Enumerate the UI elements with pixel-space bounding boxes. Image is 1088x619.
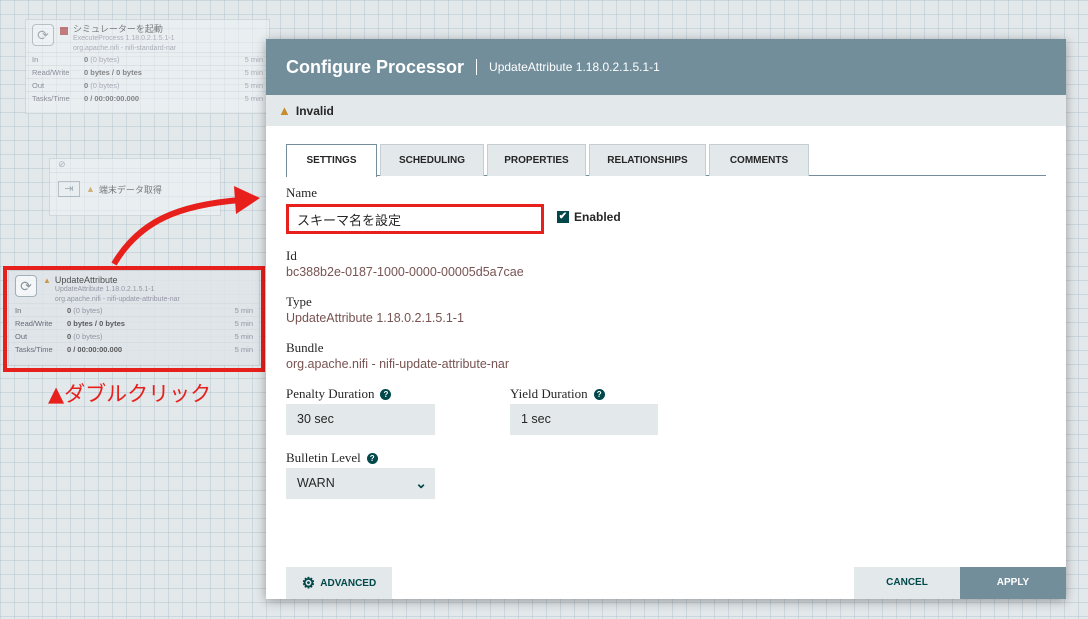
gear-icon: ⚙ [301, 575, 316, 592]
help-icon[interactable]: ? [593, 389, 605, 400]
highlight-box [3, 266, 265, 372]
tab-properties[interactable]: PROPERTIES [487, 144, 586, 176]
tab-relationships[interactable]: RELATIONSHIPS [589, 144, 706, 176]
tab-scheduling[interactable]: SCHEDULING [380, 144, 484, 176]
type-value: UpdateAttribute 1.18.0.2.1.5.1-1 [286, 311, 464, 325]
input-port-icon: ⇥ [58, 181, 80, 197]
configure-processor-dialog: Configure Processor UpdateAttribute 1.18… [266, 39, 1066, 599]
double-click-annotation: ▲ダブルクリック [48, 382, 212, 406]
penalty-duration-input[interactable]: 30 sec [286, 404, 435, 435]
warning-icon: ▲ [86, 184, 95, 194]
id-label: Id [286, 248, 297, 263]
stats-row: In 0 (0 bytes) 5 min [26, 52, 269, 65]
apply-button[interactable]: APPLY [960, 567, 1066, 599]
enabled-label: Enabled [574, 210, 621, 224]
stopped-status-icon [60, 27, 68, 35]
stats-row: Tasks/Time 0 / 00:00:00.000 5 min [26, 91, 269, 104]
arrow-annotation-icon [111, 186, 260, 266]
bulletin-level-label: Bulletin Level? [286, 450, 378, 466]
processor-simulator[interactable]: ⟳ シミュレーターを起動 ExecuteProcess 1.18.0.2.1.5… [25, 19, 270, 114]
help-icon[interactable]: ? [366, 453, 378, 464]
bulletin-level-value: WARN [297, 476, 335, 490]
yield-duration-input[interactable]: 1 sec [510, 404, 658, 435]
checkmark-icon: ✔ [557, 211, 569, 223]
dialog-title: Configure Processor [286, 56, 465, 77]
bundle-value: org.apache.nifi - nifi-update-attribute-… [286, 357, 510, 371]
processor-icon: ⟳ [32, 24, 54, 46]
advanced-button[interactable]: ⚙ ADVANCED [286, 567, 392, 599]
cancel-button[interactable]: CANCEL [854, 567, 960, 599]
stats-row: Read/Write 0 bytes / 0 bytes 5 min [26, 65, 269, 78]
chevron-down-icon: ⌄ [415, 475, 427, 491]
id-value: bc388b2e-0187-1000-0000-00005d5a7cae [286, 265, 524, 279]
processor-name: シミュレーターを起動 [73, 24, 163, 34]
warning-icon: ▲ [278, 103, 291, 118]
dialog-subtitle: UpdateAttribute 1.18.0.2.1.5.1-1 [489, 60, 660, 74]
bundle-label: Bundle [286, 340, 324, 355]
name-input[interactable] [286, 204, 544, 234]
advanced-label: ADVANCED [320, 577, 377, 589]
validation-status-bar: ▲ Invalid [266, 95, 1066, 126]
tab-comments[interactable]: COMMENTS [709, 144, 809, 176]
validation-status: Invalid [295, 103, 334, 118]
port-disabled-icon: ⊘ [50, 159, 220, 173]
bulletin-level-select[interactable]: WARN ⌄ [286, 468, 435, 499]
tab-settings[interactable]: SETTINGS [286, 144, 377, 177]
type-label: Type [286, 294, 312, 309]
enabled-checkbox[interactable]: ✔ Enabled [557, 210, 621, 224]
penalty-duration-label: Penalty Duration? [286, 386, 392, 402]
yield-duration-label: Yield Duration? [510, 386, 605, 402]
processor-bundle: org.apache.nifi - nifi-standard-nar [73, 45, 177, 52]
title-separator [476, 59, 478, 75]
name-label: Name [286, 185, 318, 200]
processor-type: ExecuteProcess 1.18.0.2.1.5.1-1 [73, 35, 175, 42]
tab-bar: SETTINGS SCHEDULING PROPERTIES RELATIONS… [286, 144, 1046, 177]
dialog-footer: ⚙ ADVANCED CANCEL APPLY [266, 567, 1066, 599]
help-icon[interactable]: ? [380, 389, 392, 400]
stats-row: Out 0 (0 bytes) 5 min [26, 78, 269, 91]
dialog-header: Configure Processor UpdateAttribute 1.18… [266, 39, 1066, 95]
